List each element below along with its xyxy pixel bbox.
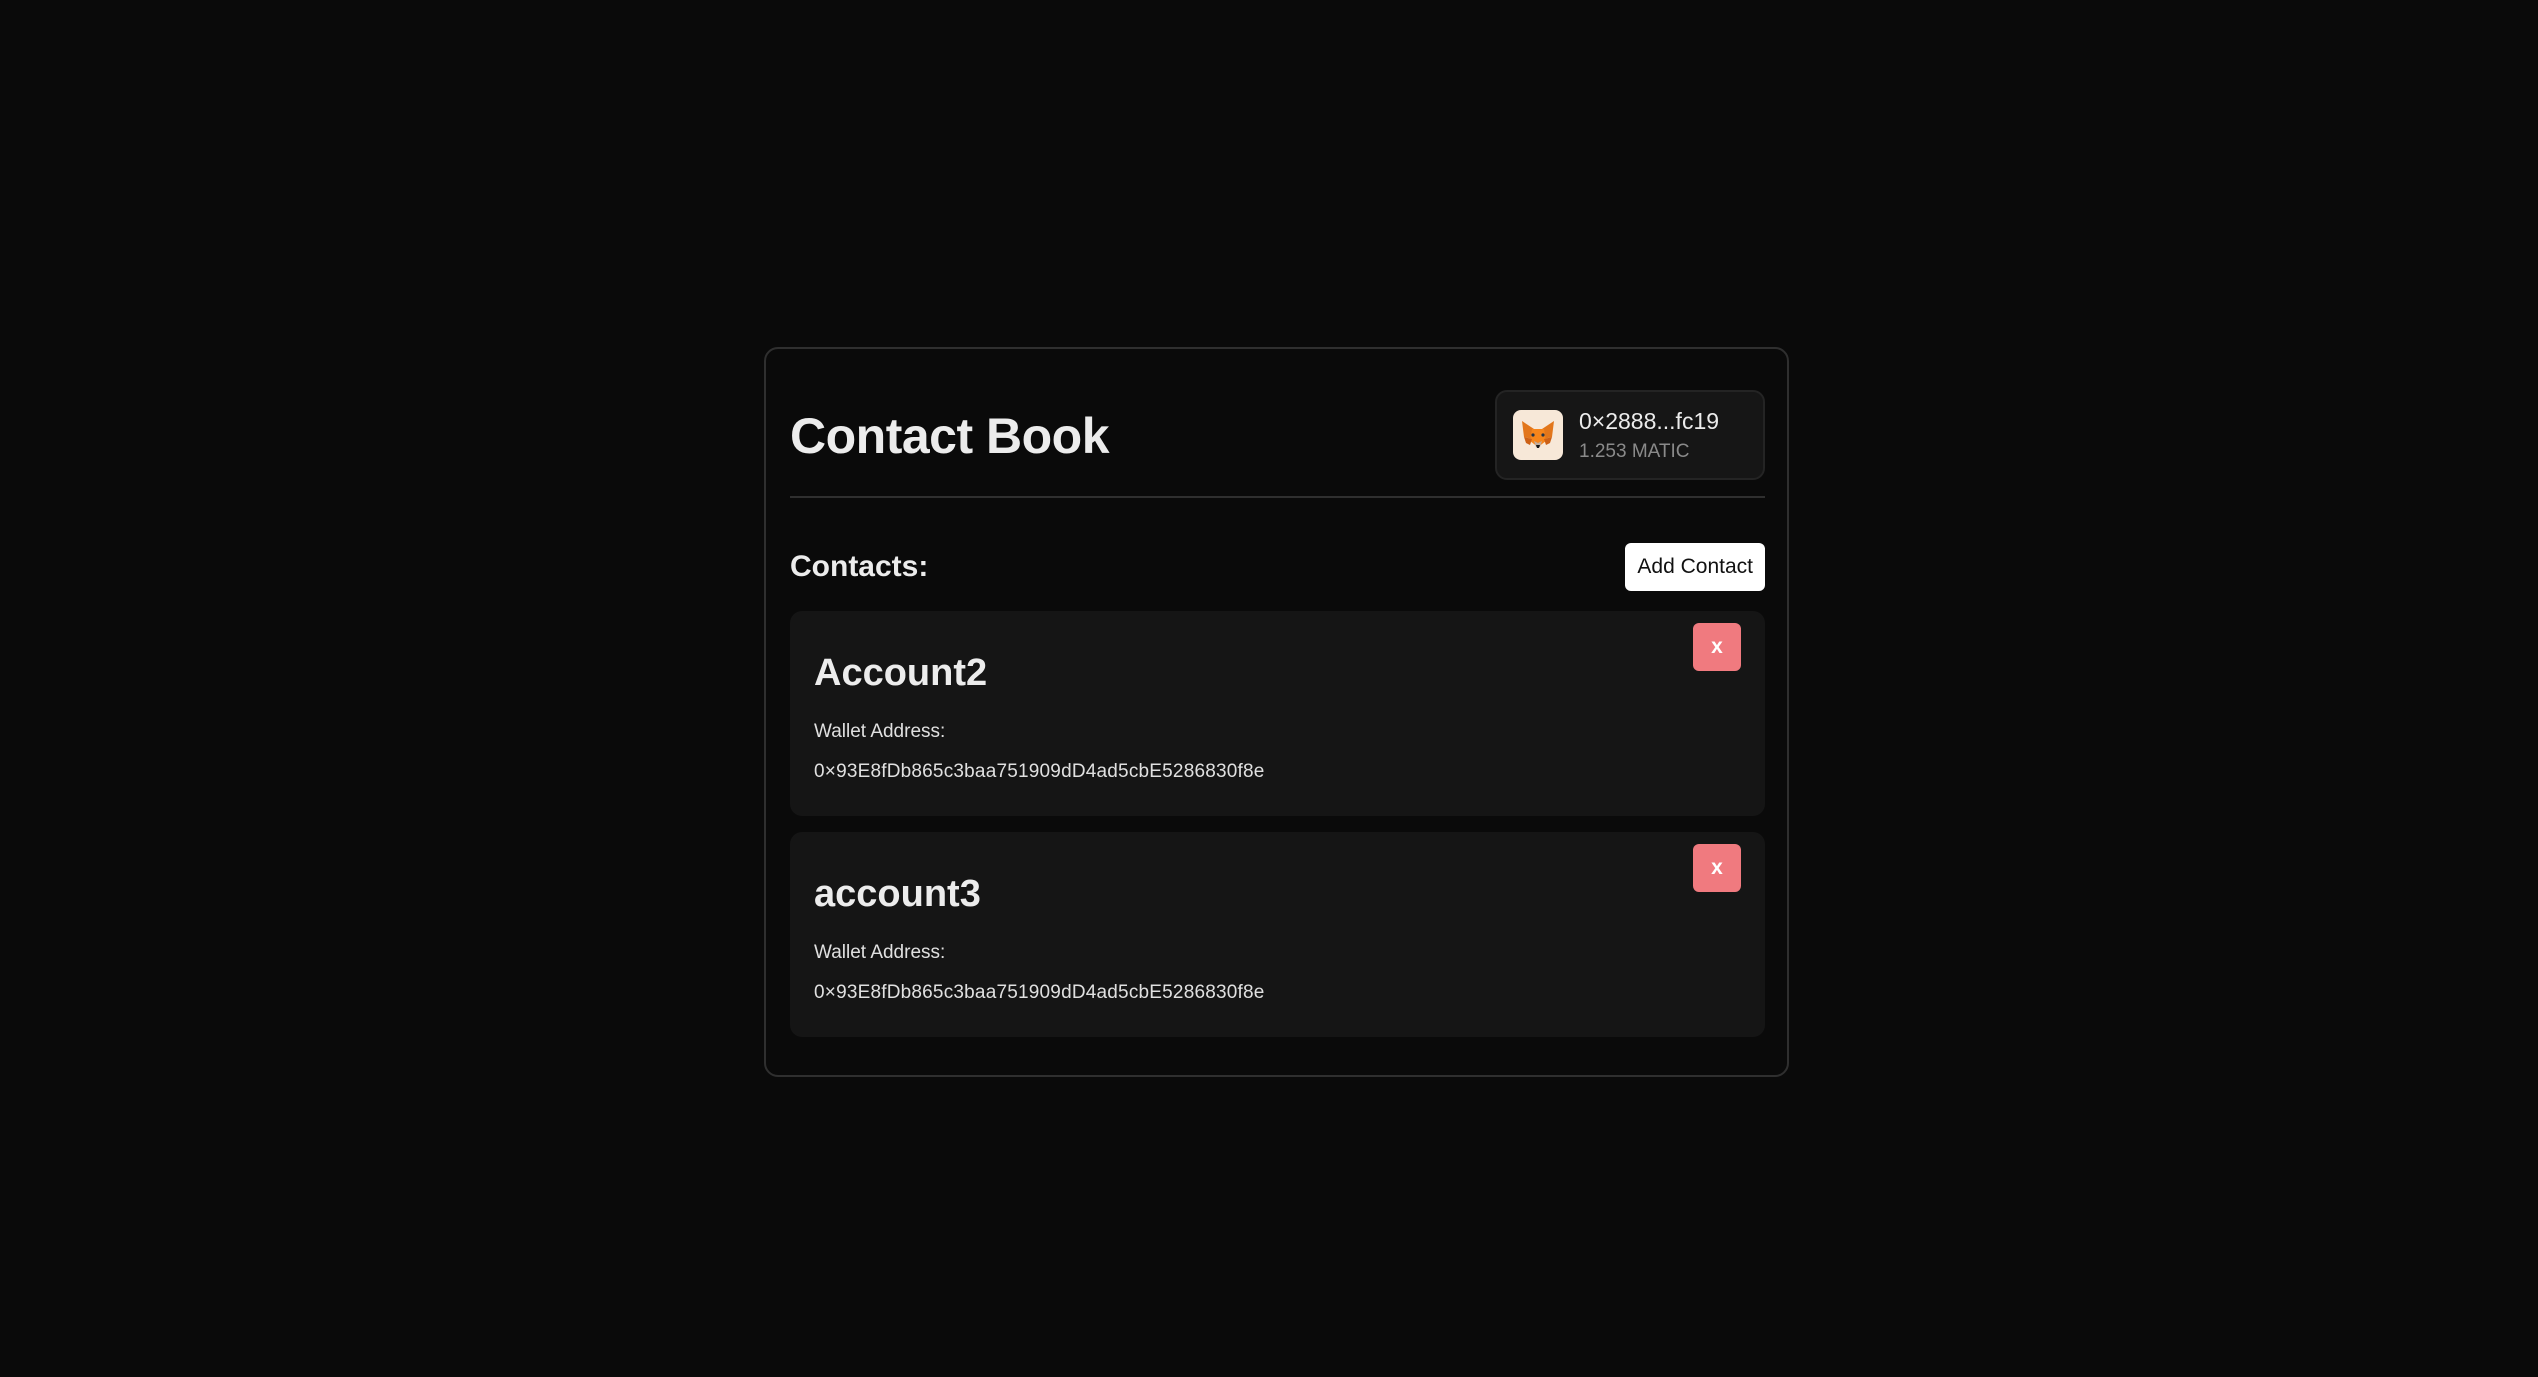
metamask-fox-icon <box>1513 410 1563 460</box>
wallet-address-label: Wallet Address: <box>814 942 946 963</box>
add-contact-button[interactable]: Add Contact <box>1625 543 1765 591</box>
wallet-balance: 1.253 MATIC <box>1579 440 1690 462</box>
contact-name: account3 <box>814 873 981 915</box>
contacts-toolbar: Contacts: Add Contact <box>790 543 1765 591</box>
wallet-address-label: Wallet Address: <box>814 721 946 742</box>
header: Contact Book 0×2888...fc19 1.253 MATIC <box>790 389 1765 481</box>
delete-contact-button[interactable]: x <box>1693 844 1741 892</box>
wallet-info: 0×2888...fc19 1.253 MATIC <box>1579 408 1719 463</box>
contact-list: Account2 Wallet Address: 0×93E8fDb865c3b… <box>790 611 1765 1037</box>
contact-name: Account2 <box>814 652 988 694</box>
header-divider <box>790 496 1765 498</box>
contact-book-card: Contact Book 0×2888...fc19 1.253 MATIC C… <box>764 347 1789 1077</box>
contacts-heading: Contacts: <box>790 550 929 583</box>
contact-card: Account2 Wallet Address: 0×93E8fDb865c3b… <box>790 611 1765 816</box>
page-title: Contact Book <box>790 408 1110 464</box>
wallet-account-button[interactable]: 0×2888...fc19 1.253 MATIC <box>1495 390 1765 480</box>
wallet-address: 0×2888...fc19 <box>1579 407 1720 434</box>
contact-card: account3 Wallet Address: 0×93E8fDb865c3b… <box>790 832 1765 1037</box>
contact-wallet-address: 0×93E8fDb865c3baa751909dD4ad5cbE5286830f… <box>814 761 1265 782</box>
contact-wallet-address: 0×93E8fDb865c3baa751909dD4ad5cbE5286830f… <box>814 982 1265 1003</box>
delete-contact-button[interactable]: x <box>1693 623 1741 671</box>
